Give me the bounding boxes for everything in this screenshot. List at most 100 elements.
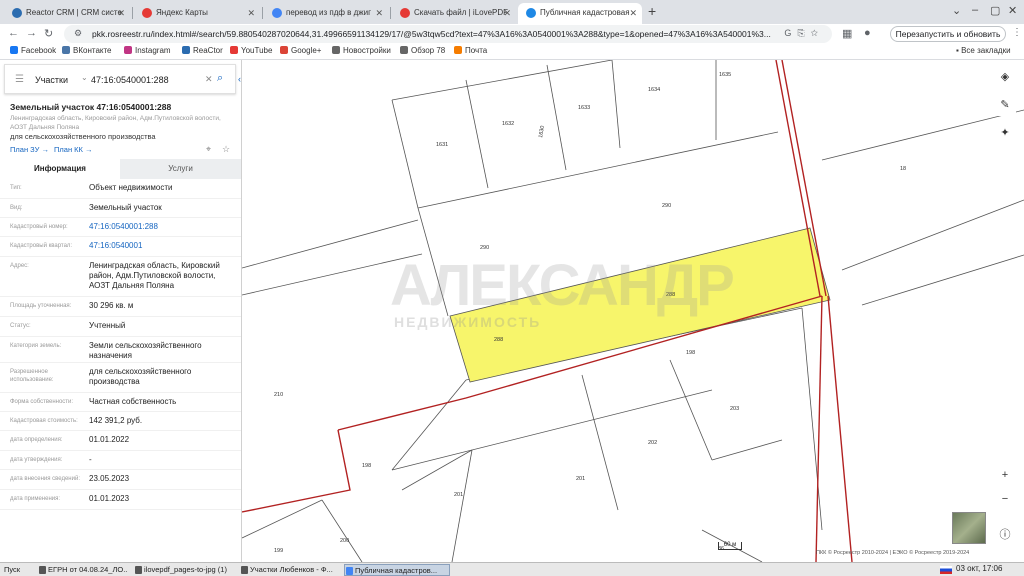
omnibox-actions[interactable]: G⎘☆ [784, 28, 824, 39]
share-icon: ⎘ [797, 28, 811, 38]
info-row-cadastral-quarter: Кадастровый квартал: 47:16:0540001 [0, 237, 241, 257]
tab-search-icon[interactable]: ⌄ [952, 4, 961, 17]
tab-information[interactable]: Информация [0, 159, 120, 179]
favorite-star-icon[interactable]: ☆ [222, 144, 230, 155]
globe-icon [400, 46, 408, 54]
close-icon[interactable]: ✕ [117, 3, 125, 23]
watermark-text: АЛЕКСАНДР [390, 253, 735, 318]
info-row-date-applied: дата применения: 01.01.2023 [0, 490, 241, 510]
bookmark-youtube[interactable]: YouTube [230, 46, 272, 55]
reactor-favicon-icon [12, 8, 22, 18]
tab-ilovepdf[interactable]: Скачать файл | iLovePDF ✕ [392, 3, 516, 24]
taskbar-item-ilovepdf[interactable]: ilovepdf_pages-to-jpg (1) [134, 564, 234, 576]
all-bookmarks-folder[interactable]: ▪ Все закладки [956, 46, 1011, 55]
ruler-icon[interactable]: ✎ [994, 94, 1016, 116]
extensions-icon[interactable]: ▦ [842, 27, 852, 40]
close-icon[interactable]: ✕ [247, 3, 255, 23]
layers-icon[interactable]: ◈ [994, 66, 1016, 88]
tab-label: Яндекс Карты [156, 8, 208, 17]
os-taskbar: Пуск ЕГРН от 04.08.24_ЛО... ilovepdf_pag… [0, 562, 1024, 576]
url-text[interactable]: pkk.rosreestr.ru/index.html#/search/59.8… [92, 29, 782, 39]
parcel-label: 198 [686, 350, 695, 356]
chevron-down-icon[interactable]: ⌄ [81, 73, 88, 82]
bookmark-pochta[interactable]: Почта [454, 46, 487, 55]
bookmark-facebook[interactable]: Facebook [10, 46, 56, 55]
panel-tabs: Информация Услуги [0, 159, 241, 179]
start-button[interactable]: Пуск [2, 564, 34, 576]
reload-icon[interactable]: ↻ [44, 27, 53, 40]
zoom-in-button[interactable]: + [994, 464, 1016, 486]
search-input[interactable]: 47:16:0540001:288 [91, 75, 169, 85]
maximize-button[interactable]: ▢ [990, 4, 1000, 17]
site-info-icon[interactable]: ⚙ [74, 28, 82, 39]
parcel-label: 1631 [436, 142, 448, 148]
bookmark-google-plus[interactable]: Google+ [280, 46, 321, 55]
browser-menu-icon[interactable]: ⋮ [1012, 27, 1022, 38]
hamburger-menu-icon[interactable]: ☰ [15, 74, 24, 85]
address-bar[interactable]: ⚙ pkk.rosreestr.ru/index.html#/search/59… [64, 25, 832, 43]
file-icon [39, 566, 46, 574]
youtube-icon [230, 46, 238, 54]
taskbar-item-browser[interactable]: Публичная кадастров... [344, 564, 450, 576]
parcel-label: 200 [340, 538, 349, 544]
spreadsheet-icon [241, 566, 248, 574]
bookmark-vkontakte[interactable]: ВКонтакте [62, 46, 112, 55]
taskbar-item-spreadsheet[interactable]: Участки Любенков - Ф... [240, 564, 340, 576]
watermark-subtext: НЕДВИЖИМОСТЬ [394, 314, 542, 330]
search-icon[interactable]: ⌕ [217, 72, 223, 85]
tab-google-search[interactable]: перевод из пдф в джиг ✕ [264, 3, 388, 24]
close-icon[interactable]: ✕ [629, 3, 637, 23]
bookmark-novostroyki[interactable]: Новостройки [332, 46, 391, 55]
parcel-label: 198 [362, 463, 371, 469]
parcel-label: 290 [662, 203, 671, 209]
cadastral-quarter-link[interactable]: 47:16:0540001 [89, 241, 237, 251]
parcel-label: 1634 [648, 87, 660, 93]
ilovepdf-favicon-icon [400, 8, 410, 18]
new-tab-button[interactable]: + [648, 3, 656, 19]
parcel-label: 199 [274, 548, 283, 554]
plan-zu-link[interactable]: План ЗУ → [10, 145, 49, 154]
cadastral-number-link[interactable]: 47:16:0540001:288 [89, 222, 237, 232]
close-icon[interactable]: ✕ [375, 3, 383, 23]
mail-icon [454, 46, 462, 54]
bookmark-reactor[interactable]: ReaCtor [182, 46, 223, 55]
browser-icon [346, 567, 353, 575]
bookmark-instagram[interactable]: Instagram [124, 46, 171, 55]
tab-reactor-crm[interactable]: Reactor CRM | CRM систе ✕ [4, 3, 130, 24]
tab-public-cadastral-map[interactable]: Публичная кадастровая ✕ [518, 3, 642, 24]
close-window-button[interactable]: ✕ [1008, 4, 1017, 17]
tab-yandex-maps[interactable]: Яндекс Карты ✕ [134, 3, 260, 24]
plan-kk-link[interactable]: План КК → [54, 145, 93, 154]
search-mode-select[interactable]: Участки [35, 75, 68, 85]
minimize-button[interactable]: – [972, 4, 978, 16]
facebook-icon [10, 46, 18, 54]
info-row-date-approved: дата утверждения: - [0, 451, 241, 470]
taskbar-item-egrn[interactable]: ЕГРН от 04.08.24_ЛО... [38, 564, 128, 576]
close-icon[interactable]: ✕ [503, 3, 511, 23]
parcel-label: 210 [274, 392, 283, 398]
info-row-type: Тип: Объект недвижимости [0, 179, 241, 199]
forward-arrow-icon[interactable]: → [26, 27, 37, 39]
browser-tab-strip: Reactor CRM | CRM систе ✕ Яндекс Карты ✕… [0, 0, 1024, 24]
yandex-favicon-icon [142, 8, 152, 18]
info-row-date-determined: дата определения: 01.01.2022 [0, 431, 241, 451]
cadastral-map[interactable]: 1635 1634 1633 1632 1631 1630 18 290 290… [242, 60, 1024, 562]
scale-bar: 60 м [718, 542, 742, 550]
system-clock: 03 окт, 17:06 [956, 564, 1003, 573]
info-row-cadastral-number: Кадастровый номер: 47:16:0540001:288 [0, 218, 241, 237]
keyboard-layout-flag-icon[interactable] [940, 566, 952, 574]
zoom-out-button[interactable]: − [994, 488, 1016, 510]
info-icon[interactable]: ⓘ [994, 524, 1016, 546]
back-arrow-icon[interactable]: ← [8, 27, 19, 39]
bookmark-star-icon: ☆ [810, 28, 824, 38]
tab-services[interactable]: Услуги [120, 159, 241, 179]
restart-update-button[interactable]: Перезапустить и обновить [890, 26, 1006, 42]
bookmark-obzor78[interactable]: Обзор 78 [400, 46, 445, 55]
clear-search-icon[interactable]: ✕ [205, 74, 213, 85]
location-icon[interactable]: ✦ [994, 122, 1016, 144]
basemap-switcher[interactable] [952, 512, 986, 544]
google-lens-icon: G [784, 28, 798, 38]
zoom-to-object-icon[interactable]: ⌖ [206, 144, 211, 155]
reactor-icon [182, 46, 190, 54]
profile-avatar-icon[interactable]: ● [864, 27, 871, 39]
